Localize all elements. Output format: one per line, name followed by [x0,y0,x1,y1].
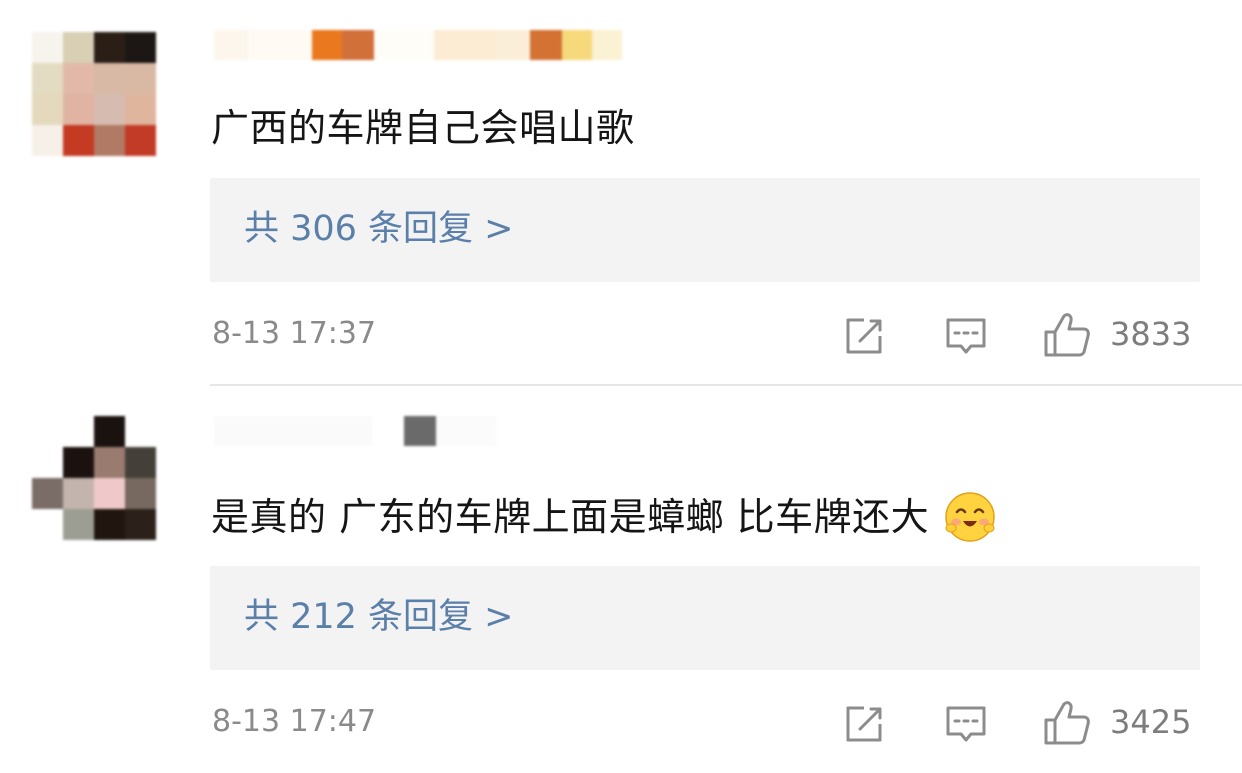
comment-text: 广西的车牌自己会唱山歌 [211,106,635,150]
replies-label[interactable]: 共 306 条回复 > [244,206,514,252]
comment-footer: 8-13 17:37 3833 [210,310,1200,360]
comment-item: 是真的 广东的车牌上面是蟑螂 比车牌还大 共 212 条回复 > 8-13 17… [0,388,1242,773]
thumbs-up-icon[interactable] [1042,310,1092,360]
comment-item: 广西的车牌自己会唱山歌 共 306 条回复 > 8-13 17:37 3833 [0,0,1242,386]
share-icon[interactable] [842,702,886,746]
like-count: 3425 [1110,703,1192,741]
divider [210,384,1242,386]
comment-text-content: 是真的 广东的车牌上面是蟑螂 比车牌还大 [211,495,930,539]
timestamp: 8-13 17:47 [212,704,377,739]
comment-icon[interactable] [944,314,988,358]
comment-text: 是真的 广东的车牌上面是蟑螂 比车牌还大 [211,490,997,544]
replies-label[interactable]: 共 212 条回复 > [244,594,514,640]
username-redacted[interactable] [214,416,496,456]
username-redacted[interactable] [214,30,622,70]
view-replies-button[interactable]: 共 212 条回复 > [210,566,1200,670]
thumbs-up-icon[interactable] [1042,698,1092,748]
avatar[interactable] [32,32,156,156]
comment-footer: 8-13 17:47 3425 [210,698,1200,748]
blushing-smile-emoji [945,492,995,542]
timestamp: 8-13 17:37 [212,316,377,351]
avatar[interactable] [32,416,156,540]
like-count: 3833 [1110,315,1192,353]
comment-icon[interactable] [944,702,988,746]
view-replies-button[interactable]: 共 306 条回复 > [210,178,1200,282]
share-icon[interactable] [842,314,886,358]
